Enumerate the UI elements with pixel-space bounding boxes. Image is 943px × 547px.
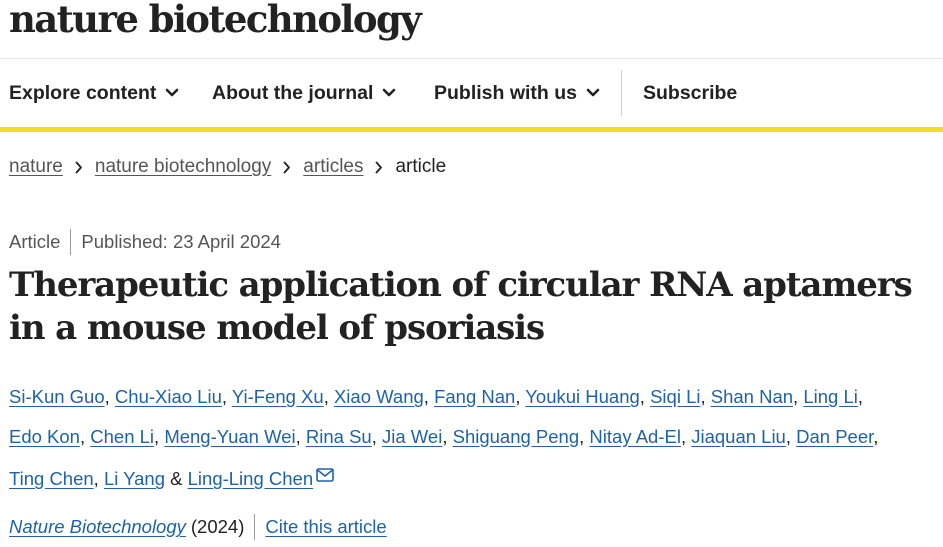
- author-item: Shan Nan,: [710, 386, 799, 407]
- cite-article-link[interactable]: Cite this article: [265, 516, 386, 538]
- nav-divider: [621, 70, 622, 116]
- nav-label: About the journal: [212, 81, 374, 104]
- author-link[interactable]: Xiao Wang: [334, 386, 424, 407]
- subscribe-link[interactable]: Subscribe: [643, 59, 737, 127]
- chevron-down-icon: [165, 88, 179, 98]
- chevron-down-icon: [382, 88, 396, 98]
- author-link[interactable]: Yi-Feng Xu: [232, 386, 324, 407]
- author-item: Li Yang: [104, 468, 165, 489]
- nav-label: Publish with us: [434, 81, 578, 104]
- nav-about-journal[interactable]: About the journal: [212, 59, 396, 127]
- author-item: Jiaquan Liu,: [691, 425, 791, 447]
- envelope-icon[interactable]: [316, 456, 334, 496]
- author-link[interactable]: Li Yang: [104, 468, 165, 489]
- article-title: Therapeutic application of circular RNA …: [9, 265, 913, 348]
- author-link[interactable]: Chu-Xiao Liu: [115, 386, 222, 407]
- author-item: Ting Chen,: [9, 468, 99, 489]
- author-link[interactable]: Ling Li: [803, 386, 858, 407]
- author-link[interactable]: Fang Nan: [434, 386, 515, 407]
- breadcrumb-current: article: [395, 156, 447, 177]
- chevron-right-icon: [375, 161, 383, 174]
- breadcrumb-nature-biotechnology[interactable]: nature biotechnology: [95, 156, 271, 178]
- author-link[interactable]: Si-Kun Guo: [9, 386, 105, 407]
- author-item: Chu-Xiao Liu,: [114, 386, 228, 407]
- author-item: Youkui Huang,: [525, 386, 645, 407]
- author-link[interactable]: Edo Kon: [9, 426, 80, 447]
- breadcrumb-nature[interactable]: nature: [9, 156, 63, 178]
- author-link[interactable]: Siqi Li: [650, 386, 700, 407]
- publication-date: Published: 23 April 2024: [81, 231, 281, 252]
- author-link[interactable]: Meng-Yuan Wei: [164, 426, 295, 447]
- article-meta: Article Published: 23 April 2024: [9, 229, 281, 255]
- author-link[interactable]: Chen Li: [90, 426, 154, 447]
- journal-link[interactable]: Nature Biotechnology: [9, 516, 186, 538]
- author-link[interactable]: Jiaquan Liu: [691, 426, 786, 447]
- author-item: Xiao Wang,: [333, 386, 429, 407]
- author-link[interactable]: Rina Su: [306, 426, 372, 447]
- chevron-down-icon: [586, 88, 600, 98]
- author-item: Nitay Ad-El,: [589, 425, 687, 447]
- nav-publish-with-us[interactable]: Publish with us: [434, 59, 600, 127]
- author-list: Si-Kun Guo, Chu-Xiao Liu, Yi-Feng Xu, Xi…: [9, 377, 941, 499]
- main-nav: Explore content About the journal Publis…: [0, 59, 943, 132]
- author-item: Fang Nan,: [434, 386, 521, 407]
- journal-logo[interactable]: nature biotechnology: [9, 0, 422, 41]
- author-link[interactable]: Shiguang Peng: [453, 426, 580, 447]
- citation-divider: [254, 514, 256, 540]
- meta-divider: [70, 229, 72, 255]
- nav-explore-content[interactable]: Explore content: [9, 59, 179, 127]
- author-item: Shiguang Peng,: [452, 425, 585, 447]
- chevron-right-icon: [75, 161, 83, 174]
- author-item: Si-Kun Guo,: [9, 386, 110, 407]
- author-item: Jia Wei,: [382, 425, 448, 447]
- author-item: Meng-Yuan Wei,: [164, 425, 301, 447]
- author-link[interactable]: Shan Nan: [711, 386, 793, 407]
- author-link[interactable]: Nitay Ad-El: [589, 426, 681, 447]
- breadcrumb: nature nature biotechnology articles art…: [9, 156, 446, 178]
- author-link[interactable]: Ling-Ling Chen: [188, 468, 313, 489]
- author-item: Siqi Li,: [650, 386, 706, 407]
- nav-label: Explore content: [9, 81, 157, 104]
- author-link[interactable]: Youkui Huang: [525, 386, 640, 407]
- author-link[interactable]: Dan Peer: [796, 426, 873, 447]
- citation-line: Nature Biotechnology (2024) Cite this ar…: [9, 514, 387, 540]
- author-conjunction: &: [170, 468, 183, 489]
- author-item: Dan Peer,: [796, 425, 879, 447]
- author-link[interactable]: Ting Chen: [9, 468, 94, 489]
- chevron-right-icon: [283, 161, 291, 174]
- author-item: Yi-Feng Xu,: [231, 386, 329, 407]
- publication-year: (2024): [190, 516, 245, 537]
- author-item: Chen Li,: [90, 425, 160, 447]
- article-type: Article: [9, 231, 61, 252]
- author-item: Ling Li,: [803, 386, 863, 407]
- site-header: nature biotechnology: [0, 0, 943, 59]
- author-item: Edo Kon,: [9, 425, 86, 447]
- author-link[interactable]: Jia Wei: [382, 426, 442, 447]
- author-item: Rina Su,: [305, 425, 377, 447]
- author-item: Ling-Ling Chen: [188, 468, 334, 489]
- breadcrumb-articles[interactable]: articles: [303, 156, 363, 178]
